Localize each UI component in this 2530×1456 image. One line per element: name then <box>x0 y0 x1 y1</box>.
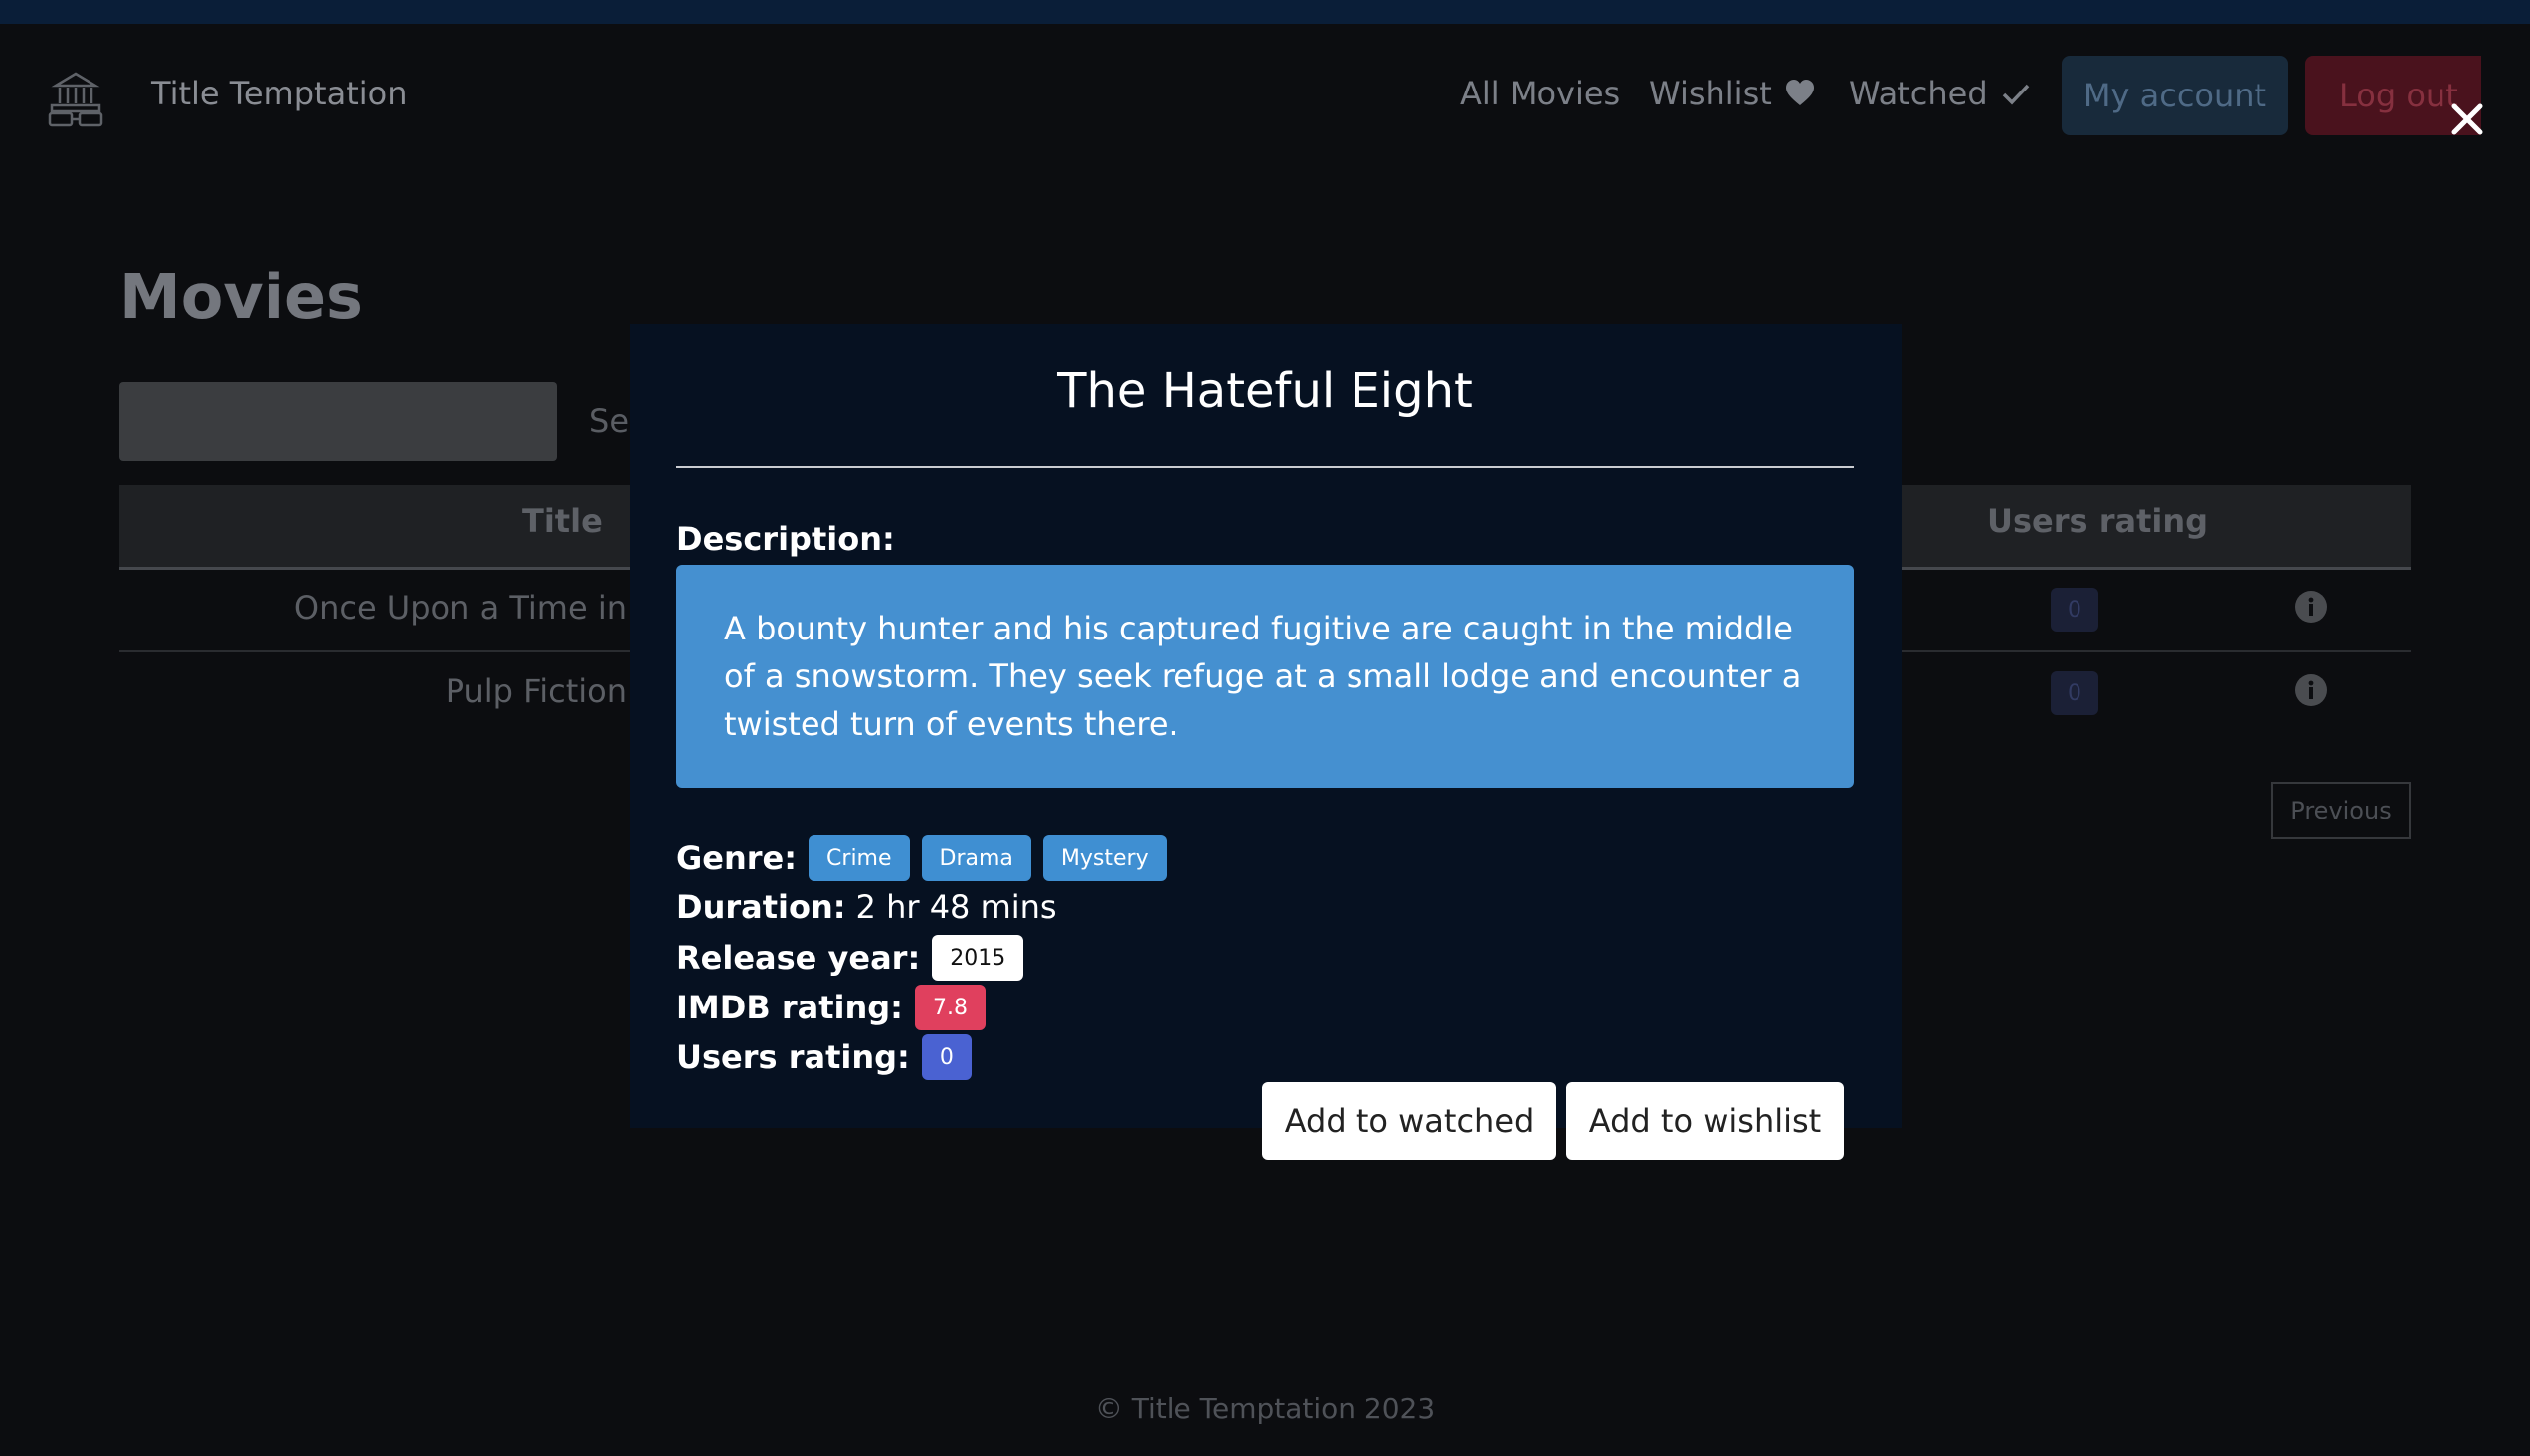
check-icon <box>2002 84 2029 105</box>
modal-title: The Hateful Eight <box>1057 363 1473 419</box>
users-rating-line: Users rating: 0 <box>676 1034 972 1080</box>
genre-badge: Crime <box>809 835 910 881</box>
users-rating-badge: 0 <box>2051 588 2098 632</box>
imdb-rating-badge: 7.8 <box>914 985 986 1030</box>
brand-name[interactable]: Title Temptation <box>151 75 407 112</box>
imdb-rating-line: IMDB rating: 7.8 <box>676 985 986 1030</box>
users-rating-badge: 0 <box>921 1034 972 1080</box>
nav-watched-label: Watched <box>1849 75 1988 112</box>
column-users-rating-header: Users rating <box>1987 502 2209 540</box>
info-icon[interactable] <box>2294 673 2328 707</box>
navbar: Title Temptation All Movies Wishlist Wat… <box>0 24 2530 165</box>
close-icon[interactable] <box>2446 98 2488 140</box>
column-title-header: Title <box>522 502 603 540</box>
release-year-label: Release year: <box>676 939 921 977</box>
genre-line: Genre: Crime Drama Mystery <box>676 835 1167 881</box>
add-to-watched-button[interactable]: Add to watched <box>1262 1082 1556 1160</box>
release-year-line: Release year: 2015 <box>676 935 1024 981</box>
duration-label: Duration: <box>676 888 846 926</box>
nav-wishlist[interactable]: Wishlist <box>1649 75 1816 112</box>
genre-badge: Drama <box>921 835 1031 881</box>
page-title: Movies <box>119 261 363 333</box>
nav-wishlist-label: Wishlist <box>1649 75 1772 112</box>
table-row-title: Pulp Fiction <box>445 672 627 710</box>
duration-value: 2 hr 48 mins <box>855 888 1057 926</box>
footer: © Title Temptation 2023 <box>1094 1392 1436 1425</box>
my-account-button[interactable]: My account <box>2062 56 2288 135</box>
search-input[interactable] <box>119 382 557 461</box>
nav-watched[interactable]: Watched <box>1849 75 2032 112</box>
release-year-badge: 2015 <box>932 935 1024 981</box>
description-box: A bounty hunter and his captured fugitiv… <box>676 565 1854 788</box>
table-row-title: Once Upon a Time in <box>293 589 627 627</box>
duration-line: Duration: 2 hr 48 mins <box>676 888 1057 926</box>
genre-label: Genre: <box>676 839 798 877</box>
top-strip <box>0 0 2530 24</box>
nav-all-movies-label: All Movies <box>1460 75 1621 112</box>
users-rating-label: Users rating: <box>676 1038 910 1076</box>
cinema-icon[interactable] <box>46 68 105 127</box>
heart-icon <box>1785 80 1814 105</box>
previous-button[interactable]: Previous <box>2271 782 2411 839</box>
description-label: Description: <box>676 520 895 558</box>
nav-all-movies[interactable]: All Movies <box>1460 75 1620 112</box>
users-rating-badge: 0 <box>2051 671 2098 715</box>
modal-divider <box>676 466 1854 468</box>
add-to-wishlist-button[interactable]: Add to wishlist <box>1566 1082 1844 1160</box>
imdb-rating-label: IMDB rating: <box>676 989 903 1026</box>
info-icon[interactable] <box>2294 590 2328 624</box>
genre-badge: Mystery <box>1042 835 1167 881</box>
